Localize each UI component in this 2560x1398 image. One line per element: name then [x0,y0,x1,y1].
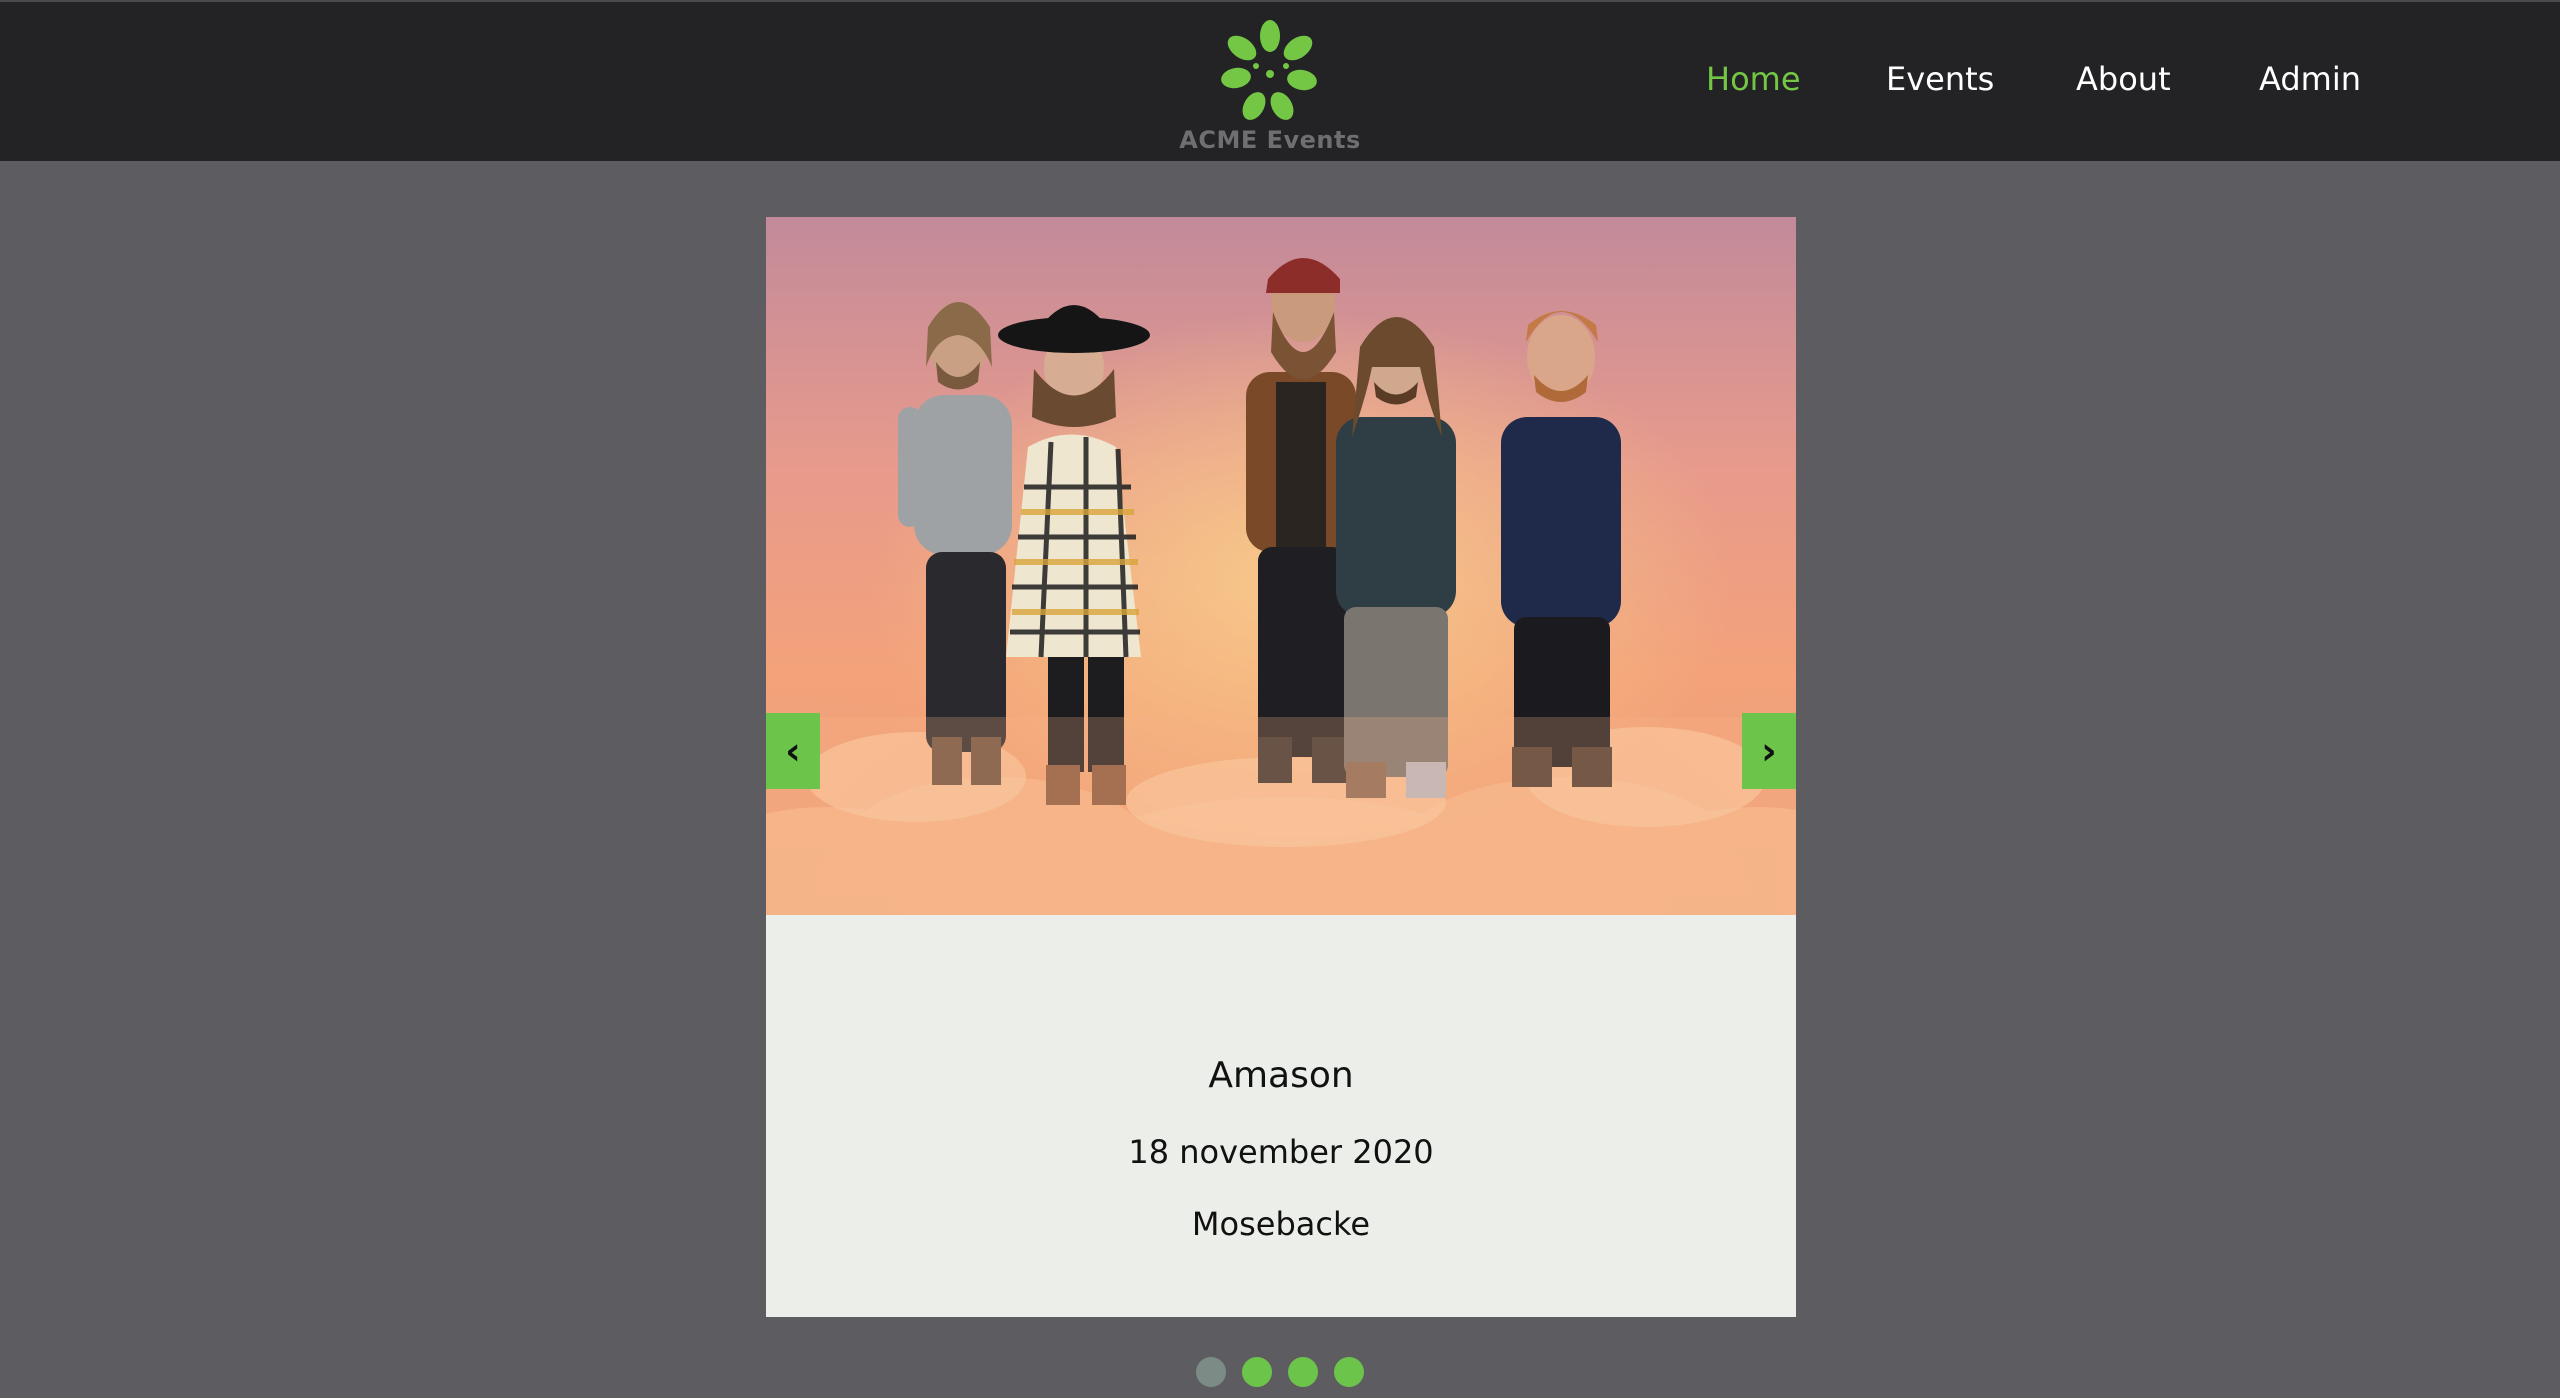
nav-admin[interactable]: Admin [2259,60,2361,98]
carousel-dot-4[interactable] [1334,1357,1364,1387]
acme-events-logo[interactable]: ACME Events [1160,14,1380,159]
carousel-dot-3[interactable] [1288,1357,1318,1387]
event-venue: Mosebacke [1191,1205,1371,1243]
carousel-next-button[interactable]: › [1742,713,1796,789]
event-info-panel: Amason 18 november 2020 Mosebacke [766,915,1796,1317]
carousel-dot-2[interactable] [1242,1357,1272,1387]
event-image: ‹ › [766,217,1796,915]
nav-events[interactable]: Events [1886,60,1994,98]
event-carousel-slide: ‹ › Amason 18 november 2020 Mosebacke [766,217,1796,1317]
nav-home[interactable]: Home [1706,60,1801,98]
brand-name: ACME Events [1179,126,1361,154]
nav-about[interactable]: About [2076,60,2171,98]
event-name: Amason [1208,1055,1354,1096]
event-date: 18 november 2020 [1128,1133,1434,1171]
carousel-dot-1[interactable] [1196,1357,1226,1387]
top-navigation-bar: ACME Events Home Events About Admin [0,0,2560,161]
flower-logo-icon [1221,20,1317,120]
carousel-prev-button[interactable]: ‹ [766,713,820,789]
band-photo [766,258,1796,915]
